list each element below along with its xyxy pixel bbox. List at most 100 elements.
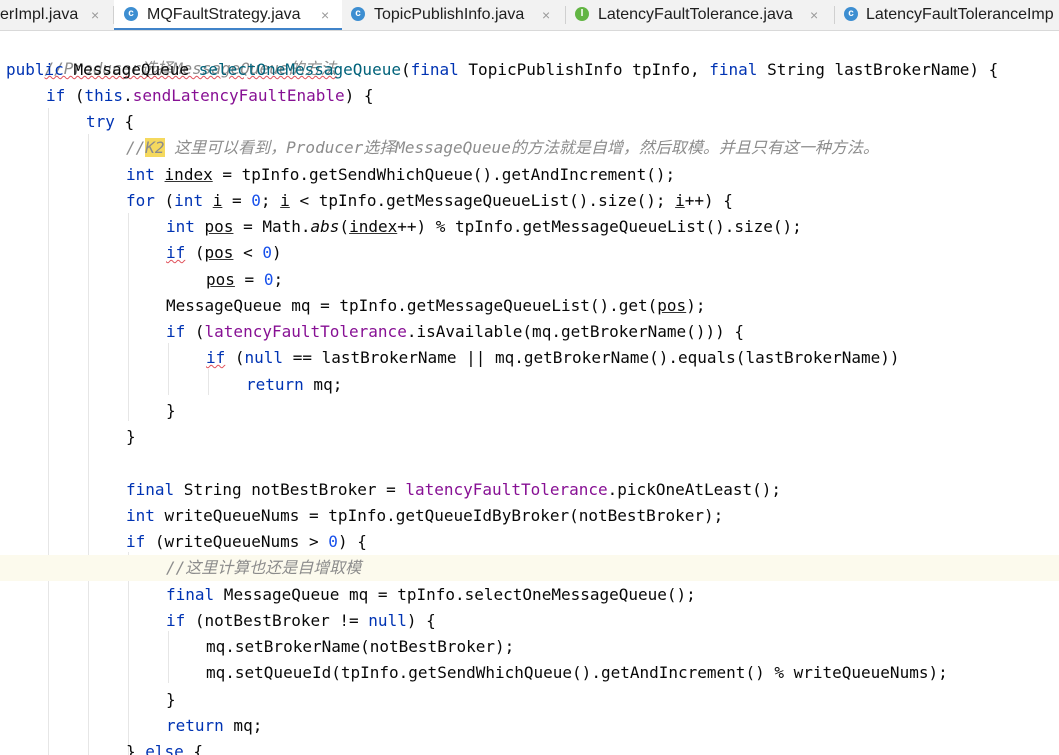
code-text: (writeQueueNums > bbox=[145, 532, 329, 551]
keyword: if bbox=[166, 243, 186, 262]
code-text: ( bbox=[339, 217, 350, 236]
code-line: } bbox=[0, 687, 1059, 713]
type-name: MessageQueue bbox=[73, 60, 190, 79]
code-line: for (int i = 0; i < tpInfo.getMessageQue… bbox=[0, 188, 1059, 214]
close-icon[interactable]: × bbox=[91, 0, 99, 30]
keyword: final bbox=[166, 585, 215, 604]
code-comment: 这里可以看到，Producer选择MessageQueue的方法就是自增，然后取… bbox=[164, 138, 879, 157]
code-line: mq.setQueueId(tpInfo.getSendWhichQueue()… bbox=[0, 660, 1059, 686]
tab-latencyfaulttolerance[interactable]: I LatencyFaultTolerance.java × bbox=[566, 0, 834, 30]
code-text: ; bbox=[260, 191, 281, 210]
code-line: public MessageQueue selectOneMessageQueu… bbox=[0, 57, 1059, 83]
code-text: ++) % tpInfo.getMessageQueueList().size(… bbox=[397, 217, 802, 236]
code-line: try { bbox=[0, 109, 1059, 135]
keyword: null bbox=[368, 611, 407, 630]
tab-mqfaultstrategy[interactable]: c MQFaultStrategy.java × bbox=[114, 0, 342, 30]
close-icon[interactable]: × bbox=[542, 0, 550, 30]
tab-label: MQFaultStrategy.java bbox=[147, 6, 301, 23]
code-comment: //这里计算也还是自增取模 bbox=[166, 558, 362, 577]
variable: index bbox=[349, 217, 398, 236]
code-text: ( bbox=[185, 243, 205, 262]
number-literal: 0 bbox=[328, 532, 338, 551]
code-text: mq; bbox=[223, 716, 263, 735]
code-line: if (null == lastBrokerName || mq.getBrok… bbox=[0, 345, 1059, 371]
field-name: sendLatencyFaultEnable bbox=[132, 86, 345, 105]
code-line: if (latencyFaultTolerance.isAvailable(mq… bbox=[0, 319, 1059, 345]
code-line: int pos = Math.abs(index++) % tpInfo.get… bbox=[0, 214, 1059, 240]
code-text: TopicPublishInfo tpInfo, bbox=[468, 60, 710, 79]
code-line: pos = 0; bbox=[0, 267, 1059, 293]
code-comment: // bbox=[126, 138, 146, 157]
variable: pos bbox=[204, 217, 234, 236]
number-literal: 0 bbox=[262, 243, 272, 262]
keyword: int bbox=[126, 506, 155, 525]
code-text: } bbox=[166, 690, 176, 709]
keyword: if bbox=[126, 532, 146, 551]
todo-tag: K2 bbox=[145, 138, 165, 157]
code-text: ( bbox=[185, 322, 205, 341]
code-line: int index = tpInfo.getSendWhichQueue().g… bbox=[0, 162, 1059, 188]
code-text: ) { bbox=[344, 86, 374, 105]
tab-label: TopicPublishInfo.java bbox=[374, 6, 525, 23]
number-literal: 0 bbox=[251, 191, 261, 210]
keyword: this bbox=[84, 86, 124, 105]
code-text: mq; bbox=[303, 375, 343, 394]
code-text: < tpInfo.getMessageQueueList().size(); bbox=[289, 191, 676, 210]
code-text: ) { bbox=[406, 611, 436, 630]
tab-label: LatencyFaultTolerance.java bbox=[598, 6, 793, 23]
code-editor[interactable]: //Producer选择MessageQueue的方法 public Messa… bbox=[0, 30, 1059, 755]
code-text: MessageQueue mq = tpInfo.getMessageQueue… bbox=[166, 296, 658, 315]
code-text: ( bbox=[225, 348, 245, 367]
code-line: MessageQueue mq = tpInfo.getMessageQueue… bbox=[0, 293, 1059, 319]
code-text: } bbox=[166, 401, 176, 420]
code-text: ( bbox=[65, 86, 85, 105]
code-line: final String notBestBroker = latencyFaul… bbox=[0, 477, 1059, 503]
variable: index bbox=[164, 165, 213, 184]
keyword: if bbox=[206, 348, 226, 367]
tab-erimpl[interactable]: erImpl.java × bbox=[0, 0, 112, 30]
tab-latencyfaulttoleranceimpl[interactable]: c LatencyFaultToleranceImp bbox=[835, 0, 1059, 30]
method-name: selectOneMessageQueue bbox=[198, 60, 401, 79]
code-line: //Producer选择MessageQueue的方法 bbox=[0, 30, 1059, 78]
variable: i bbox=[675, 191, 685, 210]
code-text: . bbox=[123, 86, 133, 105]
close-icon[interactable]: × bbox=[321, 0, 329, 30]
code-line: return mq; bbox=[0, 713, 1059, 739]
code-text: { bbox=[183, 742, 204, 755]
code-text: .pickOneAtLeast(); bbox=[607, 480, 782, 499]
keyword: if bbox=[166, 322, 186, 341]
code-line: if (writeQueueNums > 0) { bbox=[0, 529, 1059, 555]
code-line: mq.setBrokerName(notBestBroker); bbox=[0, 634, 1059, 660]
code-line: } bbox=[0, 424, 1059, 450]
code-text: String lastBrokerName) { bbox=[767, 60, 999, 79]
keyword: public bbox=[6, 60, 64, 79]
number-literal: 0 bbox=[263, 270, 274, 289]
code-text: (notBestBroker != bbox=[185, 611, 369, 630]
tab-topicpublishinfo[interactable]: c TopicPublishInfo.java × bbox=[342, 0, 564, 30]
static-method: abs bbox=[310, 217, 340, 236]
keyword: null bbox=[244, 348, 284, 367]
keyword: return bbox=[246, 375, 304, 394]
code-text: ++) { bbox=[684, 191, 733, 210]
code-line: if (notBestBroker != null) { bbox=[0, 608, 1059, 634]
variable: pos bbox=[657, 296, 687, 315]
interface-icon: I bbox=[575, 7, 589, 21]
code-text: MessageQueue mq = tpInfo.selectOneMessag… bbox=[214, 585, 696, 604]
code-text: mq.setQueueId(tpInfo.getSendWhichQueue()… bbox=[206, 663, 948, 682]
keyword: final bbox=[709, 60, 758, 79]
class-icon: c bbox=[351, 7, 365, 21]
code-text: == lastBrokerName || mq.getBrokerName().… bbox=[283, 348, 900, 367]
keyword: else bbox=[145, 742, 184, 755]
code-text: < bbox=[233, 243, 263, 262]
class-icon: c bbox=[124, 7, 138, 21]
close-icon[interactable]: × bbox=[810, 0, 818, 30]
keyword: if bbox=[166, 611, 186, 630]
code-text: ); bbox=[686, 296, 706, 315]
code-text: ) bbox=[271, 243, 282, 262]
code-line: //K2 这里可以看到，Producer选择MessageQueue的方法就是自… bbox=[0, 135, 1059, 161]
code-text: = bbox=[234, 270, 264, 289]
code-text: writeQueueNums = tpInfo.getQueueIdByBrok… bbox=[154, 506, 724, 525]
code-text: ) { bbox=[337, 532, 367, 551]
keyword: for bbox=[126, 191, 155, 210]
